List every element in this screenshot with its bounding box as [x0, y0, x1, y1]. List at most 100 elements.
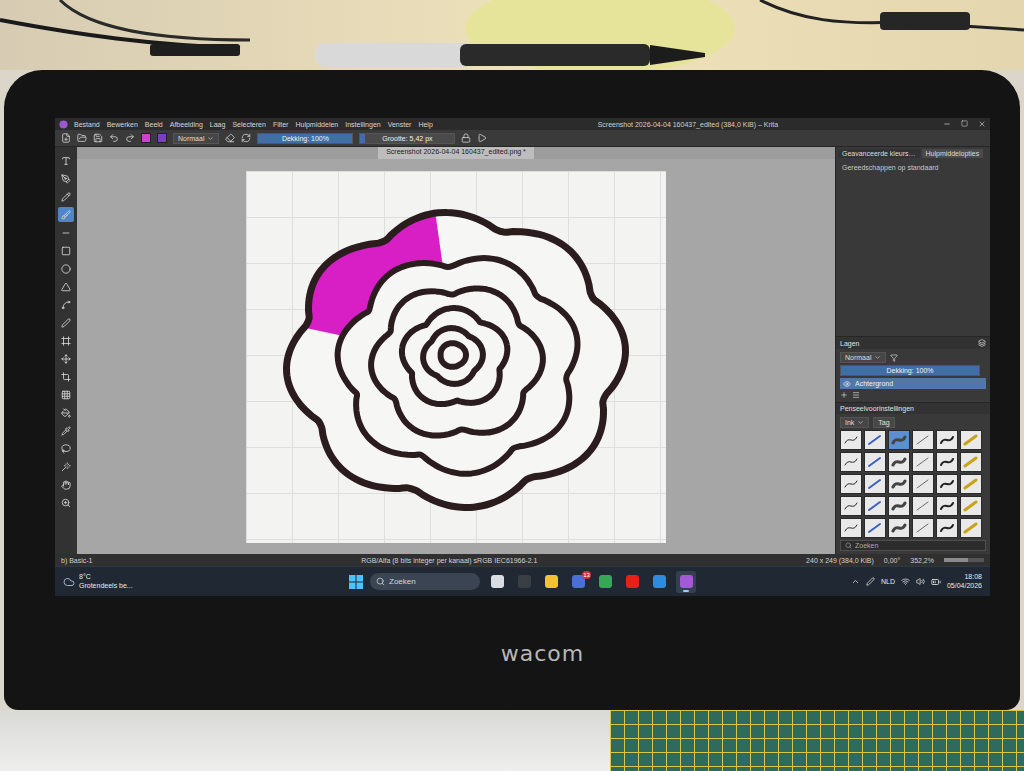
add-layer-icon[interactable] [840, 391, 848, 399]
brush-preset[interactable] [960, 452, 982, 472]
new-file-icon[interactable] [61, 133, 71, 143]
taskbar-app[interactable] [649, 571, 669, 593]
document[interactable] [246, 171, 666, 543]
pen-icon[interactable] [866, 577, 875, 586]
tool-button[interactable] [58, 405, 74, 420]
brush-preset[interactable] [936, 474, 958, 494]
tool-button[interactable] [58, 459, 74, 474]
taskbar-search[interactable]: Zoeken [370, 573, 480, 590]
brush-preset[interactable] [936, 452, 958, 472]
brush-preset[interactable] [912, 474, 934, 494]
open-folder-icon[interactable] [77, 133, 87, 143]
taskbar-app[interactable] [676, 571, 696, 593]
brush-preset[interactable] [864, 496, 886, 516]
save-icon[interactable] [93, 133, 103, 143]
wifi-icon[interactable] [901, 577, 910, 586]
brush-preset[interactable] [840, 430, 862, 450]
redo-icon[interactable] [125, 133, 135, 143]
blend-mode-select[interactable]: Normaal [173, 133, 219, 144]
preset-search[interactable]: Zoeken [840, 540, 986, 551]
taskbar-app[interactable] [514, 571, 534, 593]
menu-item[interactable]: Venster [388, 121, 412, 128]
close-icon[interactable] [978, 120, 986, 128]
reset-icon[interactable] [241, 133, 251, 143]
taskbar-app[interactable]: 13 [568, 571, 588, 593]
volume-icon[interactable] [916, 577, 925, 586]
rose-drawing[interactable] [271, 192, 641, 522]
tool-button[interactable] [58, 351, 74, 366]
tool-button[interactable] [58, 297, 74, 312]
brush-preset[interactable] [864, 474, 886, 494]
layer-opacity-slider[interactable]: Dekking: 100% [840, 365, 980, 376]
brush-preset[interactable] [840, 496, 862, 516]
undo-icon[interactable] [109, 133, 119, 143]
menu-item[interactable]: Help [418, 121, 432, 128]
tool-button[interactable] [58, 315, 74, 330]
brush-preset[interactable] [888, 452, 910, 472]
brush-preset[interactable] [864, 452, 886, 472]
layer-menu-icon[interactable] [852, 391, 860, 399]
color-swatch[interactable] [141, 133, 151, 143]
brush-preset[interactable] [840, 474, 862, 494]
tool-button[interactable] [58, 369, 74, 384]
tool-button[interactable] [58, 243, 74, 258]
brush-preset[interactable] [888, 518, 910, 538]
taskbar-app[interactable] [622, 571, 642, 593]
tool-button[interactable] [58, 441, 74, 456]
menu-item[interactable]: Filter [273, 121, 289, 128]
menu-item[interactable]: Hulpmiddelen [295, 121, 338, 128]
brush-preset[interactable] [912, 452, 934, 472]
tool-button[interactable] [58, 171, 74, 186]
menu-item[interactable]: Selecteren [232, 121, 265, 128]
alpha-lock-icon[interactable] [461, 133, 471, 143]
menu-item[interactable]: Laag [210, 121, 226, 128]
tool-button[interactable] [58, 387, 74, 402]
layer-row[interactable]: Achtergrond [840, 378, 986, 389]
brush-preset[interactable] [960, 518, 982, 538]
zoom-slider[interactable] [944, 558, 984, 562]
tool-button[interactable] [58, 207, 74, 222]
opacity-slider[interactable]: Dekking: 100% [257, 133, 353, 144]
taskbar-app[interactable] [487, 571, 507, 593]
menu-item[interactable]: Afbeelding [170, 121, 203, 128]
windows-logo-icon[interactable] [349, 575, 363, 589]
tool-button[interactable] [58, 225, 74, 240]
tag-select[interactable]: Ink [840, 417, 869, 428]
tool-button[interactable] [58, 423, 74, 438]
tool-button[interactable] [58, 153, 74, 168]
brush-preset[interactable] [840, 518, 862, 538]
tool-button[interactable] [58, 189, 74, 204]
dock-tab[interactable]: Geavanceerde kleurs… [838, 149, 920, 158]
eye-icon[interactable] [843, 380, 851, 388]
battery-icon[interactable] [931, 577, 941, 587]
tool-button[interactable] [58, 333, 74, 348]
tool-button[interactable] [58, 261, 74, 276]
filter-icon[interactable] [890, 354, 898, 362]
brush-preset[interactable] [864, 518, 886, 538]
tag-button[interactable]: Tag [873, 417, 894, 428]
brush-preset[interactable] [888, 430, 910, 450]
taskbar-app[interactable] [595, 571, 615, 593]
menu-item[interactable]: Bewerken [107, 121, 138, 128]
minimize-icon[interactable] [943, 120, 951, 128]
layer-blend-select[interactable]: Normaal [840, 352, 886, 363]
weather-widget[interactable]: 8°CGrotendeels be... [63, 573, 349, 590]
brush-preset[interactable] [912, 430, 934, 450]
document-tab[interactable]: Screenshot 2026-04-04 160437_edited.png … [378, 147, 534, 159]
brush-preset[interactable] [960, 496, 982, 516]
brush-preset[interactable] [960, 474, 982, 494]
brush-preset[interactable] [936, 496, 958, 516]
taskbar-app[interactable] [541, 571, 561, 593]
tool-button[interactable] [58, 279, 74, 294]
brush-preset[interactable] [936, 430, 958, 450]
brush-preset[interactable] [840, 452, 862, 472]
brush-preset[interactable] [960, 430, 982, 450]
tool-button[interactable] [58, 495, 74, 510]
brush-preset[interactable] [888, 496, 910, 516]
mirror-icon[interactable] [477, 133, 487, 143]
brush-preset[interactable] [912, 518, 934, 538]
brush-preset[interactable] [888, 474, 910, 494]
maximize-icon[interactable] [961, 120, 968, 127]
menu-item[interactable]: Beeld [145, 121, 163, 128]
brush-preset[interactable] [936, 518, 958, 538]
